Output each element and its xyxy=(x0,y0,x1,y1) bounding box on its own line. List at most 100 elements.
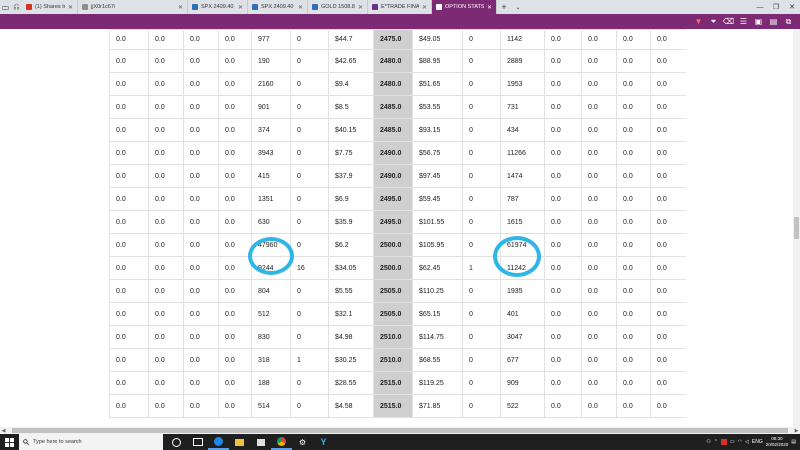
table-cell: $4.98 xyxy=(328,325,374,349)
table-cell: 3047 xyxy=(500,325,545,349)
minimize-button[interactable]: — xyxy=(752,0,768,14)
table-cell: 0 xyxy=(462,164,501,188)
table-row: 0.0 0.0 0.0 0.0 47960 0 $6.2 2500.0 $105.95 0 6197… xyxy=(109,233,686,257)
table-cell: 0 xyxy=(462,348,501,372)
table-cell: $8.5 xyxy=(328,95,374,119)
close-window-button[interactable]: ✕ xyxy=(784,0,800,14)
notifications-icon[interactable]: ▤ xyxy=(791,439,796,445)
browser-tab[interactable]: OPTION STATS Options✕ xyxy=(432,0,497,14)
table-cell: 0 xyxy=(462,187,501,211)
table-cell: $97.45 xyxy=(412,164,463,188)
browser-tab[interactable]: E*TRADE FINANCIAL - Com✕ xyxy=(368,0,432,14)
vertical-scroll-thumb[interactable] xyxy=(794,217,799,239)
tab-close-icon[interactable]: ✕ xyxy=(422,4,427,11)
list-icon[interactable]: ☰ xyxy=(736,14,751,29)
table-cell: 0 xyxy=(290,118,329,142)
taskbar-clock[interactable]: 08:30 20/02/2020 xyxy=(766,436,789,448)
table-cell: 0.0 xyxy=(109,29,149,50)
table-row: 0.0 0.0 0.0 0.0 2160 0 $9.4 2480.0 $51.65 0 1953 0.… xyxy=(109,72,686,96)
browser-tab[interactable]: jjX0r1c67/ ✕ xyxy=(78,0,188,14)
table-cell: 0.0 xyxy=(616,256,651,280)
tab-label: OPTION STATS Options xyxy=(445,4,484,10)
tab-label: E*TRADE FINANCIAL - Com xyxy=(381,4,419,10)
tab-label: (1) Shares to watch | Page 3 xyxy=(35,4,65,10)
file-explorer-icon[interactable] xyxy=(229,434,250,450)
strike-price-cell: 2490.0 xyxy=(373,164,413,188)
table-cell: 0.0 xyxy=(616,72,651,96)
browser-tab[interactable]: GOLD 1508.89 ▲ +2.58% U✕ xyxy=(308,0,368,14)
taskbar-apps: ⚙ Y xyxy=(166,434,334,450)
table-cell: 0.0 xyxy=(650,141,686,165)
table-cell: 0.0 xyxy=(650,29,686,50)
table-cell: 0 xyxy=(462,210,501,234)
browser-tab[interactable]: (1) Shares to watch | Page 3✕ xyxy=(22,0,78,14)
table-cell: 977 xyxy=(251,29,291,50)
task-switch-icon[interactable] xyxy=(187,434,208,450)
table-cell: 0.0 xyxy=(109,164,149,188)
taskbar-search-input[interactable]: Type here to search xyxy=(19,434,163,450)
new-tab-button[interactable]: + xyxy=(497,0,511,14)
tray-chevron-up-icon[interactable]: ⌃ xyxy=(714,439,718,445)
save-as-icon[interactable]: ▤ xyxy=(766,14,781,29)
tab-close-icon[interactable]: ✕ xyxy=(487,4,492,11)
table-cell: 522 xyxy=(500,394,545,418)
red-app-icon[interactable] xyxy=(720,439,727,445)
maximize-button[interactable]: ❐ xyxy=(768,0,784,14)
table-cell: 0.0 xyxy=(581,72,617,96)
save-icon[interactable]: ▣ xyxy=(751,14,766,29)
back-tabs-icon[interactable]: ⎌ xyxy=(11,0,22,14)
tab-close-icon[interactable]: ✕ xyxy=(178,4,183,11)
table-cell: 0.0 xyxy=(183,279,219,303)
scroll-right-arrow-icon[interactable]: ▶ xyxy=(793,427,800,434)
table-cell: 0.0 xyxy=(109,233,149,257)
strike-price-cell: 2490.0 xyxy=(373,141,413,165)
tab-actions-icon[interactable]: ▭ xyxy=(0,0,11,14)
table-cell: 0.0 xyxy=(650,118,686,142)
filter-down-icon[interactable]: ▼ xyxy=(691,14,706,29)
store-icon[interactable] xyxy=(250,434,271,450)
browser-tab[interactable]: SPX 2409.40 ▲ +0.47% stac✕ xyxy=(188,0,248,14)
table-cell: 0.0 xyxy=(183,95,219,119)
table-cell: 514 xyxy=(251,394,291,418)
network-icon[interactable]: ▭ xyxy=(730,439,735,445)
eraser-icon[interactable]: ⌫ xyxy=(721,14,736,29)
gear-icon[interactable]: ⚙ xyxy=(292,434,313,450)
table-cell: 0.0 xyxy=(148,141,184,165)
scroll-left-arrow-icon[interactable]: ◀ xyxy=(0,427,7,434)
table-cell: $35.9 xyxy=(328,210,374,234)
tab-close-icon[interactable]: ✕ xyxy=(238,4,243,11)
table-cell: $5.55 xyxy=(328,279,374,303)
edge-browser-icon[interactable] xyxy=(208,434,229,450)
table-cell: 0 xyxy=(290,233,329,257)
table-cell: 0.0 xyxy=(581,118,617,142)
volume-icon[interactable]: ◁ xyxy=(745,439,749,445)
table-cell: 0 xyxy=(290,187,329,211)
table-cell: $53.55 xyxy=(412,95,463,119)
trading-app-icon[interactable]: Y xyxy=(313,434,334,450)
table-cell: 401 xyxy=(500,302,545,326)
filter-icon[interactable]: ⏷ xyxy=(706,14,721,29)
tab-close-icon[interactable]: ✕ xyxy=(298,4,303,11)
table-cell: 0.0 xyxy=(616,325,651,349)
wifi-icon[interactable]: ◠ xyxy=(738,439,742,445)
table-cell: 0 xyxy=(290,164,329,188)
table-cell: 0.0 xyxy=(544,141,582,165)
export-icon[interactable]: ⧉ xyxy=(781,14,796,29)
tab-favicon-icon xyxy=(436,4,442,10)
table-row: 0.0 0.0 0.0 0.0 830 0 $4.98 2510.0 $114.75 0 3047 0… xyxy=(109,325,686,349)
people-icon[interactable]: ⚇ xyxy=(706,439,710,445)
tab-close-icon[interactable]: ✕ xyxy=(358,4,363,11)
browser-tab[interactable]: SPX 2409.40 ▲ +0.47% Unn✕ xyxy=(248,0,308,14)
windows-start-button[interactable] xyxy=(0,434,18,450)
horizontal-scroll-thumb[interactable] xyxy=(12,428,788,433)
table-cell: 0.0 xyxy=(544,187,582,211)
table-cell: 0.0 xyxy=(544,325,582,349)
task-view-icon[interactable] xyxy=(166,434,187,450)
tab-menu-chevron-icon[interactable]: ⌄ xyxy=(511,0,525,14)
language-indicator[interactable]: ENG xyxy=(752,439,763,445)
table-cell: $32.1 xyxy=(328,302,374,326)
tab-close-icon[interactable]: ✕ xyxy=(68,4,73,11)
window-controls: — ❐ ✕ xyxy=(752,0,800,14)
chrome-icon[interactable] xyxy=(271,434,292,450)
table-cell: 0.0 xyxy=(218,187,252,211)
